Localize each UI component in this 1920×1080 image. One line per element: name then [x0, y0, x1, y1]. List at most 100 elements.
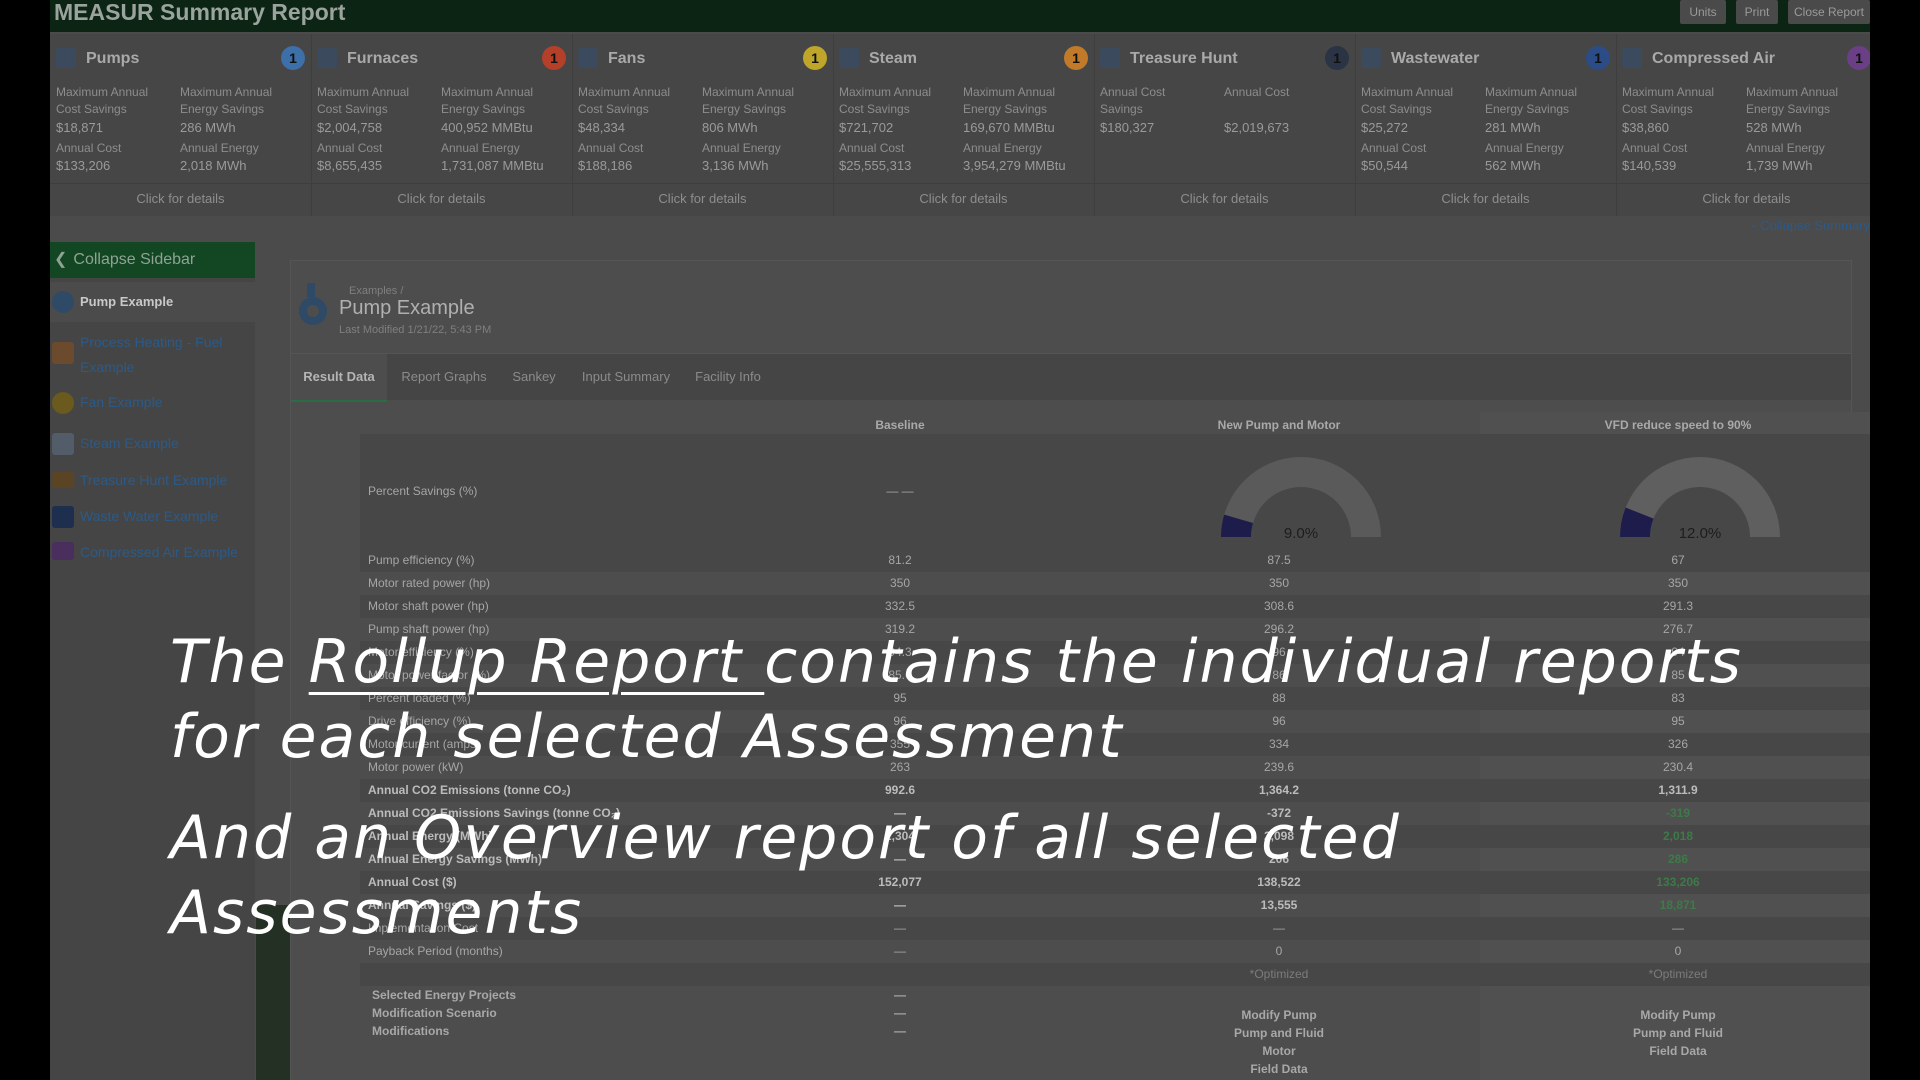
sidebar-item-pump-example[interactable]: Pump Example — [50, 282, 255, 322]
count-badge: 1 — [1847, 46, 1870, 70]
stat-label: Annual Cost Savings — [1100, 85, 1166, 116]
stat-label: Annual Energy — [441, 141, 520, 155]
stat-value: $8,655,435 — [317, 158, 383, 173]
furnace-icon — [52, 342, 74, 364]
stat-label: Maximum Annual Energy Savings — [702, 85, 795, 116]
sidebar-item-steam-example[interactable]: Steam Example — [50, 431, 255, 461]
chevron-left-icon: ❮ — [54, 251, 68, 268]
click-for-details-link[interactable]: Click for details — [1616, 183, 1870, 216]
percent-savings-row: Percent Savings (%) — — 9.0% 12.0% — [360, 434, 1870, 549]
breadcrumb[interactable]: Examples / — [349, 285, 403, 297]
stat-value: $133,206 — [56, 158, 111, 173]
count-badge: 1 — [542, 46, 566, 70]
page-title: Pump Example — [339, 297, 475, 319]
sidebar-item-waste-water[interactable]: Waste Water Example — [50, 504, 255, 534]
steam-icon — [52, 433, 74, 455]
collapse-sidebar-label: Collapse Sidebar — [73, 251, 196, 268]
steam-icon — [839, 48, 859, 68]
stat-value: $18,871 — [56, 120, 103, 135]
click-for-details-link[interactable]: Click for details — [572, 183, 833, 216]
sidebar-item-treasure-hunt[interactable]: Treasure Hunt Example — [50, 468, 255, 498]
card-header: Compressed Air 1 — [1616, 44, 1870, 72]
column-header-baseline: Baseline — [875, 418, 925, 432]
baseline-value: — — [894, 1024, 906, 1038]
summary-card-pumps[interactable]: Pumps 1 Maximum Annual Cost Savings $18,871… — [50, 34, 312, 216]
stat-value: 806 MWh — [702, 120, 758, 135]
stat-label: Annual Cost — [1361, 141, 1427, 155]
vfd-value: *Optimized — [1648, 967, 1708, 981]
stat-label: Annual Energy — [180, 141, 259, 155]
sidebar-item-compressed-air[interactable]: Compressed Air Example — [50, 540, 255, 570]
summary-card-treasure-hunt[interactable]: Treasure Hunt 1 Annual Cost Savings $180,32… — [1094, 34, 1356, 216]
tab-input-summary[interactable]: Input Summary — [569, 354, 683, 400]
summary-card-wastewater[interactable]: Wastewater 1 Maximum Annual Cost Savings $2… — [1355, 34, 1617, 216]
summary-card-compressed-air[interactable]: Compressed Air 1 Maximum Annual Cost Savin… — [1616, 34, 1870, 216]
click-for-details-link[interactable]: Click for details — [311, 183, 572, 216]
click-for-details-link[interactable]: Click for details — [1355, 183, 1616, 216]
click-for-details-link[interactable]: Click for details — [50, 183, 311, 216]
sidebar-item-process-heating[interactable]: Process Heating - Fuel Example — [50, 330, 255, 380]
count-badge: 1 — [1325, 46, 1349, 70]
stat-label: Annual Cost — [578, 141, 644, 155]
report-tabs: Result Data Report Graphs Sankey Input S… — [291, 353, 1851, 402]
baseline-value: 332.5 — [884, 599, 916, 613]
tab-report-graphs[interactable]: Report Graphs — [389, 354, 499, 400]
summary-card-steam[interactable]: Steam 1 Maximum Annual Cost Savings $721,70… — [833, 34, 1095, 216]
click-for-details-link[interactable]: Click for details — [833, 183, 1094, 216]
stat-label: Maximum Annual Cost Savings — [56, 85, 149, 116]
sidebar-item-label: Steam Example — [80, 435, 179, 451]
close-report-button[interactable]: Close Report — [1788, 0, 1870, 24]
gauge-value-new-pump: 9.0% — [1283, 525, 1319, 542]
stat-label: Annual Energy — [963, 141, 1042, 155]
fan-icon — [52, 392, 74, 414]
new-pump-value: *Optimized — [1249, 967, 1309, 981]
caption-overlay: The Rollup Report contains the individua… — [170, 625, 1830, 951]
caption-line-2: for each selected Assessment — [170, 702, 1124, 772]
sidebar-item-fan-example[interactable]: Fan Example — [50, 390, 255, 420]
stat-value: $25,555,313 — [839, 158, 912, 173]
pump-icon — [299, 283, 327, 325]
collapse-summary-link[interactable]: - Collapse Summary — [1752, 218, 1870, 233]
summary-cards: Pumps 1 Maximum Annual Cost Savings $18,871… — [50, 34, 1870, 216]
card-header: Treasure Hunt 1 — [1094, 44, 1355, 72]
count-badge: 1 — [281, 46, 305, 70]
sidebar-item-label: Compressed Air Example — [80, 544, 238, 560]
furnace-icon — [317, 48, 337, 68]
summary-card-furnaces[interactable]: Furnaces 1 Maximum Annual Cost Savings $2,0… — [311, 34, 573, 216]
top-bar: MEASUR Summary Report Units Print Close … — [50, 0, 1870, 32]
stat-value: $188,186 — [578, 158, 633, 173]
click-for-details-link[interactable]: Click for details — [1094, 183, 1355, 216]
stat-label: Maximum Annual Cost Savings — [1361, 85, 1454, 116]
stat-value: $2,004,758 — [317, 120, 383, 135]
stat-label: Maximum Annual Energy Savings — [963, 85, 1056, 116]
tab-sankey[interactable]: Sankey — [499, 354, 569, 400]
stat-value: 1,739 MWh — [1746, 158, 1813, 173]
stat-value: $180,327 — [1100, 120, 1155, 135]
count-badge: 1 — [1064, 46, 1088, 70]
vfd-value: 67 — [1671, 553, 1685, 567]
compressor-icon — [1622, 48, 1642, 68]
stat-value: 1,731,087 MMBtu — [441, 158, 544, 173]
baseline-value: — — [894, 1006, 906, 1020]
modification-item: Pump and Fluid — [1234, 1026, 1324, 1040]
card-title: Pumps — [86, 50, 140, 67]
stat-label: Annual Cost — [1622, 141, 1688, 155]
sidebar-item-label: Pump Example — [80, 294, 174, 309]
new-pump-value: 350 — [1268, 576, 1290, 590]
units-button[interactable]: Units — [1680, 0, 1726, 24]
collapse-sidebar-button[interactable]: ❮ Collapse Sidebar — [50, 242, 255, 278]
summary-card-fans[interactable]: Fans 1 Maximum Annual Cost Savings $48,334 M… — [572, 34, 834, 216]
print-button[interactable]: Print — [1736, 0, 1778, 24]
pump-icon — [56, 48, 76, 68]
stat-label: Annual Energy — [1485, 141, 1564, 155]
stat-label: Annual Cost — [317, 141, 383, 155]
tab-result-data[interactable]: Result Data — [291, 354, 387, 402]
vfd-value: Modify Pump — [1640, 1008, 1716, 1022]
stat-label: Maximum Annual Energy Savings — [441, 85, 534, 116]
new-pump-value: 87.5 — [1267, 553, 1291, 567]
sidebar-item-label: Waste Water Example — [80, 508, 219, 524]
tab-facility-info[interactable]: Facility Info — [683, 354, 773, 400]
caption-text: The — [170, 627, 309, 697]
baseline-value: 350 — [889, 576, 911, 590]
stat-label: Annual Energy — [702, 141, 781, 155]
